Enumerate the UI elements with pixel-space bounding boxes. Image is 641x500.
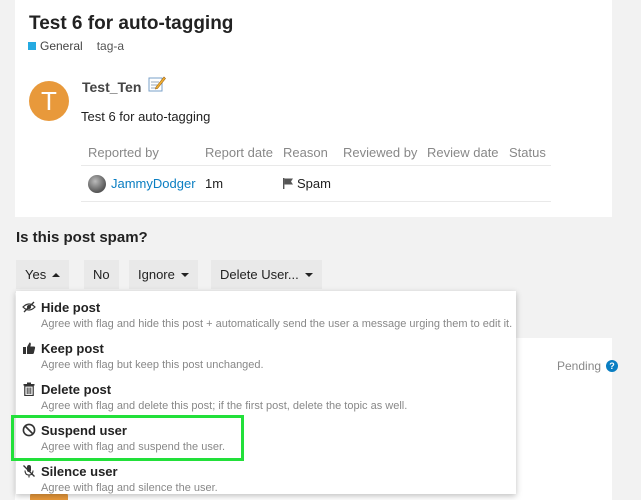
category-badge[interactable]: General — [40, 39, 83, 53]
menu-item-title: Keep post — [41, 341, 104, 356]
flag-reason: Spam — [297, 176, 331, 191]
menu-item-title: Delete post — [41, 382, 112, 397]
menu-item-keep-post[interactable]: Keep post Agree with flag but keep this … — [16, 336, 516, 377]
menu-item-desc: Agree with flag and delete this post; if… — [41, 400, 408, 412]
reporter-link[interactable]: JammyDodger — [111, 176, 196, 191]
post-username[interactable]: Test_Ten — [82, 79, 141, 95]
table-row: JammyDodger 1m Spam — [81, 166, 551, 202]
delete-user-button[interactable]: Delete User... — [211, 260, 322, 289]
col-report-date: Report date — [205, 145, 273, 160]
status-badge: Pending ? — [557, 359, 619, 373]
help-icon[interactable]: ? — [606, 360, 619, 372]
menu-item-hide-post[interactable]: Hide post Agree with flag and hide this … — [16, 295, 516, 336]
col-reviewed-by: Reviewed by — [343, 145, 418, 160]
topic-tags: General tag-a — [28, 39, 124, 53]
trash-icon — [23, 382, 35, 396]
yes-button[interactable]: Yes — [16, 260, 70, 289]
menu-item-title: Silence user — [41, 464, 118, 479]
no-label: No — [93, 267, 110, 282]
yes-label: Yes — [25, 267, 47, 282]
no-button[interactable]: No — [84, 260, 119, 289]
avatar[interactable]: T — [29, 81, 69, 121]
col-reported-by: Reported by — [88, 145, 159, 160]
menu-item-silence-user[interactable]: Silence user Agree with flag and silence… — [16, 459, 516, 500]
topic-title[interactable]: Test 6 for auto-tagging — [29, 13, 233, 35]
suspend-user-highlight — [11, 415, 244, 461]
col-reason: Reason — [283, 145, 328, 160]
microphone-slash-icon — [23, 465, 35, 478]
ignore-button[interactable]: Ignore — [129, 260, 198, 289]
menu-item-desc: Agree with flag and silence the user. — [41, 482, 218, 494]
reporter-avatar[interactable] — [88, 175, 106, 193]
post-body: Test 6 for auto-tagging — [81, 109, 211, 124]
flags-table: Reported by Report date Reason Reviewed … — [81, 140, 551, 202]
hidden-eye-icon — [22, 301, 36, 313]
report-date: 1m — [205, 176, 224, 191]
col-status: Status — [509, 145, 546, 160]
thumbs-up-icon — [23, 342, 36, 354]
menu-item-title: Hide post — [41, 300, 101, 315]
menu-item-desc: Agree with flag but keep this post uncha… — [41, 359, 264, 371]
tag-badge[interactable]: tag-a — [97, 39, 124, 53]
category-color-icon — [28, 42, 36, 50]
edit-icon — [148, 76, 166, 92]
delete-user-label: Delete User... — [220, 267, 299, 282]
caret-down-icon — [180, 272, 189, 277]
ignore-label: Ignore — [138, 267, 175, 282]
table-header: Reported by Report date Reason Reviewed … — [81, 140, 551, 166]
status-label: Pending — [557, 359, 602, 373]
menu-item-desc: Agree with flag and hide this post + aut… — [41, 318, 513, 330]
menu-item-delete-post[interactable]: Delete post Agree with flag and delete t… — [16, 377, 516, 418]
caret-down-icon — [304, 272, 313, 277]
col-review-date: Review date — [427, 145, 499, 160]
review-question: Is this post spam? — [16, 229, 148, 246]
yes-dropdown-menu: Hide post Agree with flag and hide this … — [16, 291, 516, 494]
flag-icon — [283, 178, 293, 189]
caret-up-icon — [52, 272, 61, 277]
